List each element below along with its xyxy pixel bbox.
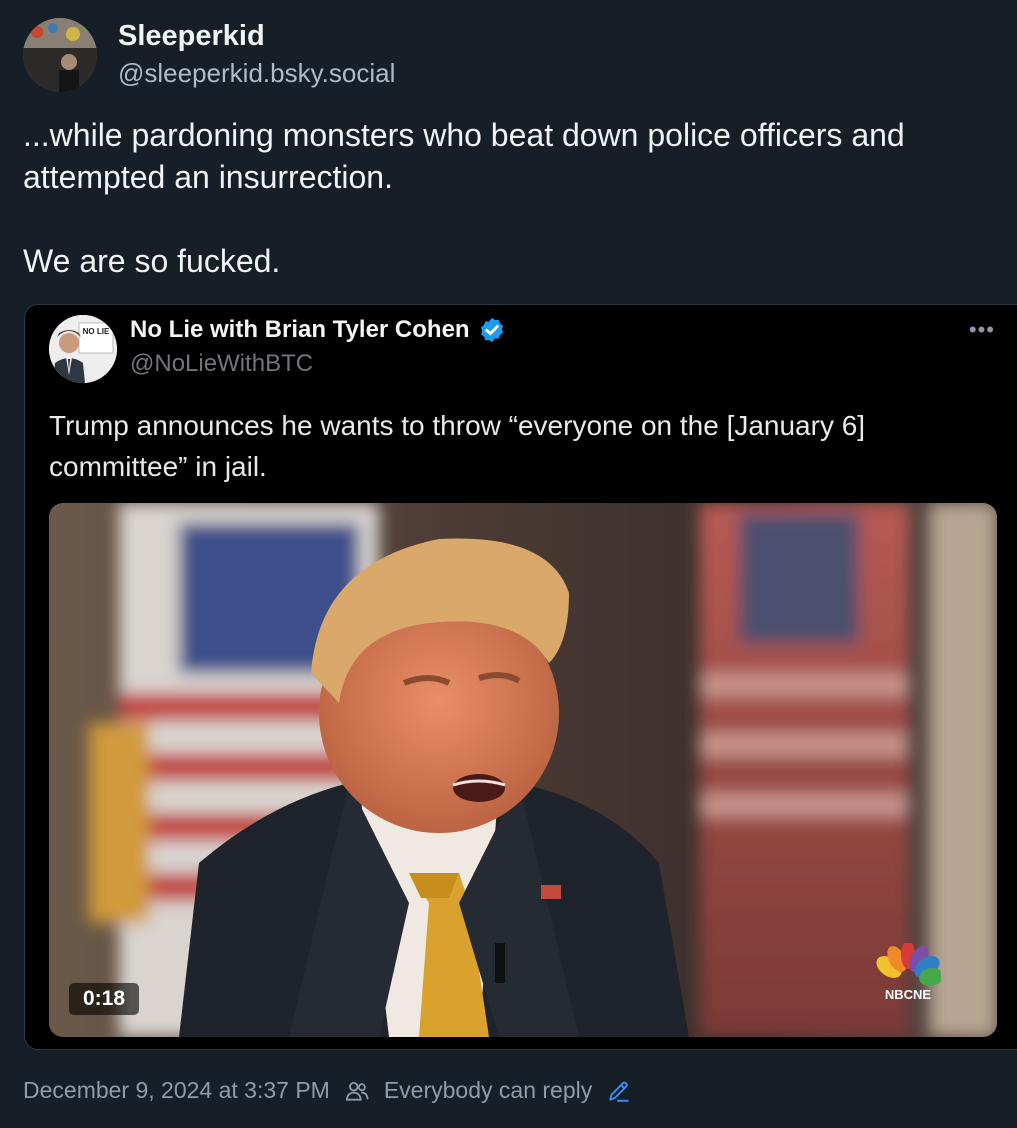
reply-setting[interactable]: Everybody can reply bbox=[384, 1077, 592, 1104]
post-paragraph: We are so fucked. bbox=[23, 243, 281, 279]
post-paragraph: ...while pardoning monsters who beat dow… bbox=[23, 117, 905, 195]
video-duration: 0:18 bbox=[69, 983, 140, 1015]
verified-badge-icon bbox=[480, 317, 503, 343]
video-player[interactable]: 0:18 NBCNE bbox=[49, 503, 997, 1037]
author-handle[interactable]: @sleeperkid.bsky.social bbox=[118, 58, 395, 89]
more-options-icon[interactable]: ••• bbox=[969, 317, 995, 343]
embed-text-paragraph: Trump announces he wants to throw “every… bbox=[49, 410, 866, 482]
embed-post-text: Trump announces he wants to throw “every… bbox=[49, 405, 989, 487]
embed-author-avatar[interactable]: NO LIE bbox=[49, 315, 117, 383]
watermark-text: NBCNE bbox=[885, 987, 932, 1002]
pencil-icon[interactable] bbox=[606, 1078, 632, 1104]
embed-author-name[interactable]: No Lie with Brian Tyler Cohen bbox=[130, 316, 506, 344]
post-text: ...while pardoning monsters who beat dow… bbox=[23, 114, 1003, 282]
embed-display-name[interactable]: No Lie with Brian Tyler Cohen bbox=[130, 316, 470, 344]
post-thread-item: Sleeperkid @sleeperkid.bsky.social ...wh… bbox=[0, 0, 1017, 1128]
people-icon bbox=[345, 1081, 369, 1101]
embed-author-handle[interactable]: @NoLieWithBTC bbox=[130, 350, 313, 378]
nbc-peacock-icon: NBCNE bbox=[876, 943, 941, 1002]
avatar-logo-text: NO LIE bbox=[83, 327, 110, 336]
author-display-name[interactable]: Sleeperkid bbox=[118, 20, 265, 53]
nbc-watermark: NBCNE bbox=[875, 943, 941, 1003]
author-avatar[interactable] bbox=[23, 18, 97, 92]
post-timestamp[interactable]: December 9, 2024 at 3:37 PM bbox=[23, 1077, 330, 1104]
post-meta: December 9, 2024 at 3:37 PM Everybody ca… bbox=[23, 1077, 632, 1104]
embedded-post-card[interactable]: NO LIE No Lie with Brian Tyler Cohen @No… bbox=[24, 304, 1017, 1050]
video-thumbnail bbox=[49, 503, 997, 1037]
